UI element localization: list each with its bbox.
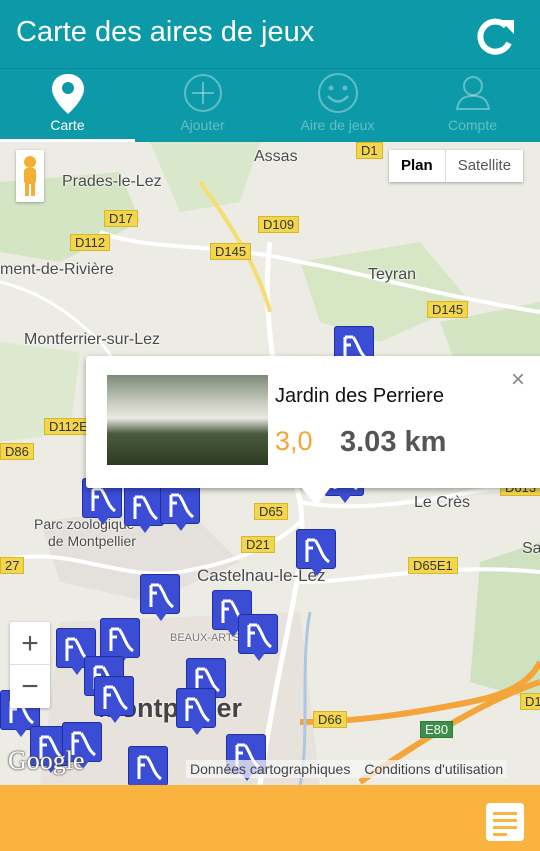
pegman-icon <box>24 156 36 196</box>
playground-marker[interactable] <box>124 486 164 533</box>
tab-compte[interactable]: Compte <box>405 69 540 143</box>
slide-icon <box>137 755 162 781</box>
place-label: Montferrier-sur-Lez <box>24 331 161 348</box>
playground-marker[interactable] <box>238 614 278 661</box>
list-button[interactable] <box>486 803 524 841</box>
slide-icon <box>133 495 158 521</box>
playground-marker[interactable] <box>128 746 168 785</box>
road-label: D21 <box>241 536 275 553</box>
playground-marker[interactable] <box>140 574 180 621</box>
info-window[interactable]: Jardin des Perriere 3,0 3.03 km × <box>86 356 540 506</box>
user-icon <box>455 76 491 110</box>
place-label: Sa <box>522 540 540 557</box>
playground-marker[interactable] <box>100 618 140 665</box>
playground-marker[interactable] <box>160 484 200 531</box>
page-title: Carte des aires de jeux <box>16 16 315 48</box>
app-header: Carte des aires de jeux <box>0 0 540 68</box>
road-label: D65E1 <box>408 557 458 574</box>
place-label: ment-de-Rivière <box>0 261 114 278</box>
playground-photo <box>107 375 268 465</box>
playground-marker[interactable] <box>296 529 336 576</box>
slide-icon <box>103 685 128 711</box>
zoom-control: + − <box>10 622 50 708</box>
tab-bar: Carte Ajouter Aire de jeux Compte <box>0 68 540 143</box>
road-label: D86 <box>0 443 34 460</box>
slide-icon <box>149 583 174 609</box>
place-label: Assas <box>254 148 298 165</box>
playground-distance: 3.03 km <box>340 426 447 458</box>
place-label: Le Crès <box>414 494 471 511</box>
smiley-icon <box>318 73 358 113</box>
map-view[interactable]: Assas Prades-le-Lez ment-de-Rivière Teyr… <box>0 142 540 785</box>
zoom-in-button[interactable]: + <box>10 622 50 665</box>
road-label: D1 <box>520 693 540 710</box>
road-label: D66 <box>313 711 347 728</box>
slide-icon <box>305 538 330 564</box>
tab-label: Ajouter <box>180 117 225 133</box>
map-data-link[interactable]: Données cartographiques <box>190 761 350 777</box>
place-label: de Montpellier <box>48 533 136 549</box>
road-label: D1 <box>356 142 383 159</box>
slide-icon <box>185 697 210 723</box>
terms-link[interactable]: Conditions d'utilisation <box>364 761 503 777</box>
map-pin-icon <box>52 74 84 114</box>
slide-icon <box>169 493 194 519</box>
road-label: D17 <box>104 210 138 227</box>
place-label: Castelnau-le-Lez <box>197 566 326 585</box>
playground-marker[interactable] <box>94 676 134 723</box>
road-label: D112 <box>70 234 111 251</box>
close-icon[interactable]: × <box>511 366 525 394</box>
tab-carte[interactable]: Carte <box>0 69 135 143</box>
tab-label: Aire de jeux <box>300 117 375 133</box>
playground-rating: 3,0 <box>275 426 313 456</box>
add-circle-icon <box>184 74 222 112</box>
playground-name: Jardin des Perriere <box>275 385 444 407</box>
map-type-control: Plan Satellite <box>389 150 524 182</box>
road-label: D145 <box>427 301 469 318</box>
map-type-plan-button[interactable]: Plan <box>389 150 446 182</box>
zoom-out-button[interactable]: − <box>10 665 50 708</box>
footer-bar <box>0 785 540 851</box>
place-label: Parc zoologique <box>34 516 135 532</box>
list-icon <box>486 803 524 841</box>
refresh-icon <box>477 18 514 55</box>
tab-aire-de-jeux[interactable]: Aire de jeux <box>270 69 405 143</box>
road-label: D65 <box>254 503 288 520</box>
slide-icon <box>247 623 272 649</box>
road-label: E80 <box>420 721 454 738</box>
map-attribution: Données cartographiques Conditions d'util… <box>186 760 508 778</box>
street-view-pegman[interactable] <box>16 150 44 202</box>
tab-ajouter[interactable]: Ajouter <box>135 69 270 143</box>
map-type-satellite-button[interactable]: Satellite <box>445 150 524 182</box>
place-label: Prades-le-Lez <box>62 173 162 190</box>
road-label: D145 <box>210 243 252 260</box>
tab-label: Carte <box>50 117 85 133</box>
tab-label: Compte <box>447 117 498 133</box>
slide-icon <box>109 627 134 653</box>
playground-marker[interactable] <box>176 688 216 735</box>
road-label: 27 <box>0 557 25 574</box>
refresh-button[interactable] <box>470 14 520 60</box>
google-logo: Google <box>8 746 85 775</box>
road-label: D109 <box>258 216 300 233</box>
place-label: Teyran <box>368 266 417 283</box>
